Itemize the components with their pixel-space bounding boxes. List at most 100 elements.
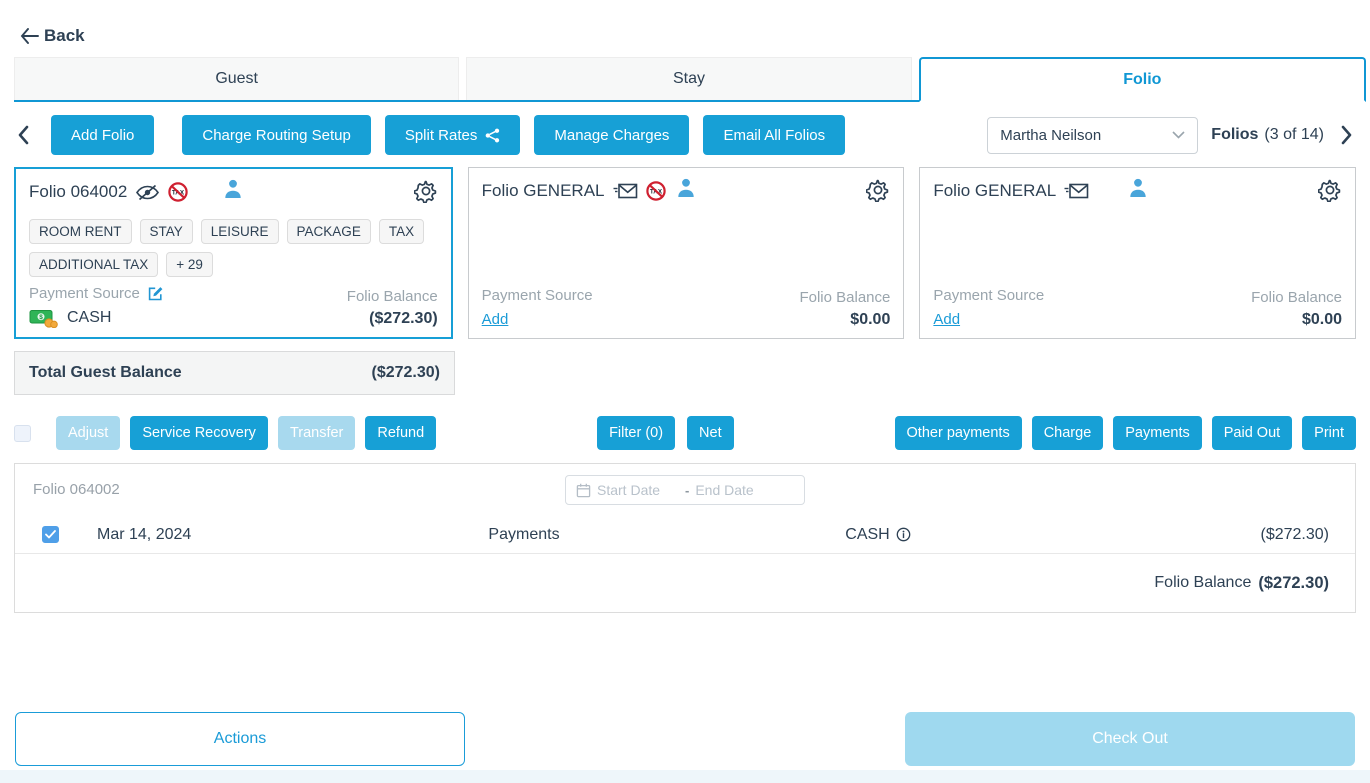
payment-source-label: Payment Source xyxy=(29,285,140,302)
split-rates-button[interactable]: Split Rates xyxy=(385,115,521,155)
folio-balance-label: Folio Balance xyxy=(347,288,438,305)
guest-selector-dropdown[interactable]: Martha Neilson xyxy=(987,117,1198,154)
back-button[interactable]: Back xyxy=(0,0,90,46)
service-recovery-button[interactable]: Service Recovery xyxy=(130,416,268,450)
folio-card-title: Folio GENERAL xyxy=(482,181,605,201)
edit-payment-source-icon[interactable] xyxy=(147,285,164,302)
charge-code-tags: ROOM RENT STAY LEISURE PACKAGE TAX ADDIT… xyxy=(29,219,438,277)
guest-selector-value: Martha Neilson xyxy=(1000,127,1101,144)
folio-settings-gear-icon[interactable] xyxy=(414,179,438,208)
folios-label: Folios xyxy=(1211,126,1258,144)
email-sent-icon xyxy=(613,183,638,199)
split-rates-label: Split Rates xyxy=(405,127,478,144)
tab-folio[interactable]: Folio xyxy=(919,57,1366,102)
folio-card-header: Folio GENERAL TAX xyxy=(482,178,891,204)
folio-card-general-1[interactable]: Folio GENERAL TAX Payment Source Add xyxy=(468,167,905,339)
info-icon[interactable] xyxy=(896,527,911,542)
guest-person-icon[interactable] xyxy=(1128,178,1147,203)
guest-person-icon[interactable] xyxy=(224,179,243,204)
paid-out-button[interactable]: Paid Out xyxy=(1212,416,1292,450)
add-payment-source-link[interactable]: Add xyxy=(482,311,509,328)
date-range-picker[interactable]: - xyxy=(565,475,805,505)
add-folio-button[interactable]: Add Folio xyxy=(51,115,154,155)
toolbar-right: Martha Neilson Folios (3 of 14) xyxy=(987,117,1356,154)
folio-settings-gear-icon[interactable] xyxy=(1318,178,1342,207)
print-button[interactable]: Print xyxy=(1302,416,1356,450)
share-icon xyxy=(485,128,500,143)
guest-person-icon[interactable] xyxy=(677,178,696,203)
total-guest-balance-bar: Total Guest Balance ($272.30) xyxy=(14,351,455,395)
payments-button[interactable]: Payments xyxy=(1113,416,1201,450)
transaction-row-checkbox[interactable] xyxy=(42,526,59,543)
transaction-actions-bar: Adjust Service Recovery Transfer Refund … xyxy=(14,416,1356,450)
payment-source-block: Payment Source $ CASH xyxy=(29,285,164,328)
manage-charges-button[interactable]: Manage Charges xyxy=(534,115,689,155)
net-button[interactable]: Net xyxy=(687,416,734,450)
folio-balance-value: $0.00 xyxy=(1251,311,1342,329)
left-action-buttons: Adjust Service Recovery Transfer Refund xyxy=(56,416,436,450)
right-action-buttons: Other payments Charge Payments Paid Out … xyxy=(895,416,1356,450)
charge-button[interactable]: Charge xyxy=(1032,416,1104,450)
tag-additional-tax: ADDITIONAL TAX xyxy=(29,252,158,277)
bottom-strip xyxy=(0,770,1370,783)
folios-count: (3 of 14) xyxy=(1264,126,1324,144)
transfer-button[interactable]: Transfer xyxy=(278,416,355,450)
center-action-buttons: Filter (0) Net xyxy=(436,416,894,450)
tab-stay-label: Stay xyxy=(673,70,705,88)
payment-method-value: CASH xyxy=(67,309,111,327)
cash-icon: $ xyxy=(29,308,58,328)
txn-folio-balance-label: Folio Balance xyxy=(1154,574,1251,592)
total-guest-balance-label: Total Guest Balance xyxy=(29,364,182,382)
folio-card-general-2[interactable]: Folio GENERAL Payment Source Add Folio B… xyxy=(919,167,1356,339)
hidden-eye-icon xyxy=(135,184,160,201)
folio-card-footer: Payment Source $ CASH Folio Balance xyxy=(29,285,438,328)
transactions-footer: Folio Balance ($272.30) xyxy=(15,554,1355,612)
folio-card-064002[interactable]: Folio 064002 TAX ROOM RENT STAY LEISURE xyxy=(14,167,453,339)
transaction-type: Payments xyxy=(347,526,701,544)
back-arrow-icon xyxy=(20,28,39,44)
start-date-input[interactable] xyxy=(597,482,679,498)
transaction-date: Mar 14, 2024 xyxy=(97,526,347,544)
back-label: Back xyxy=(44,26,85,46)
tag-stay: STAY xyxy=(140,219,193,244)
transactions-table: Folio 064002 - Mar 14, 2024 Payments CAS… xyxy=(14,463,1356,613)
select-all-checkbox[interactable] xyxy=(14,425,31,442)
charge-routing-setup-button[interactable]: Charge Routing Setup xyxy=(182,115,370,155)
calendar-icon xyxy=(576,483,591,498)
tag-tax: TAX xyxy=(379,219,424,244)
transaction-method-value: CASH xyxy=(845,526,889,544)
adjust-button[interactable]: Adjust xyxy=(56,416,120,450)
transactions-folio-label: Folio 064002 xyxy=(33,481,120,498)
payment-source-block: Payment Source Add xyxy=(482,287,593,329)
refund-button[interactable]: Refund xyxy=(365,416,436,450)
folio-toolbar: Add Folio Charge Routing Setup Split Rat… xyxy=(14,115,1356,155)
tab-guest[interactable]: Guest xyxy=(14,57,459,100)
folio-nav-prev-icon[interactable] xyxy=(14,123,33,147)
transaction-row[interactable]: Mar 14, 2024 Payments CASH ($272.30) xyxy=(15,516,1355,554)
svg-text:$: $ xyxy=(39,314,43,321)
end-date-input[interactable] xyxy=(695,482,777,498)
filter-button[interactable]: Filter (0) xyxy=(597,416,675,450)
folio-balance-block: Folio Balance $0.00 xyxy=(799,289,890,329)
tag-package: PACKAGE xyxy=(287,219,371,244)
total-guest-balance-value: ($272.30) xyxy=(372,364,441,382)
folio-card-header: Folio GENERAL xyxy=(933,178,1342,204)
folio-card-footer: Payment Source Add Folio Balance $0.00 xyxy=(482,287,891,329)
folio-card-title: Folio 064002 xyxy=(29,182,127,202)
date-separator: - xyxy=(685,483,689,498)
tab-bar: Guest Stay Folio xyxy=(14,57,1366,102)
add-payment-source-link[interactable]: Add xyxy=(933,311,960,328)
folio-balance-block: Folio Balance ($272.30) xyxy=(347,288,438,328)
folio-nav-next-icon[interactable] xyxy=(1337,123,1356,147)
actions-button[interactable]: Actions xyxy=(15,712,465,766)
folio-balance-value: ($272.30) xyxy=(347,310,438,328)
folio-cards: Folio 064002 TAX ROOM RENT STAY LEISURE xyxy=(14,167,1356,339)
tag-more-count[interactable]: + 29 xyxy=(166,252,213,277)
no-tax-icon: TAX xyxy=(646,181,666,201)
email-all-folios-button[interactable]: Email All Folios xyxy=(703,115,845,155)
other-payments-button[interactable]: Other payments xyxy=(895,416,1022,450)
tab-stay[interactable]: Stay xyxy=(466,57,911,100)
folio-balance-value: $0.00 xyxy=(799,311,890,329)
folio-settings-gear-icon[interactable] xyxy=(866,178,890,207)
check-out-button[interactable]: Check Out xyxy=(905,712,1355,766)
